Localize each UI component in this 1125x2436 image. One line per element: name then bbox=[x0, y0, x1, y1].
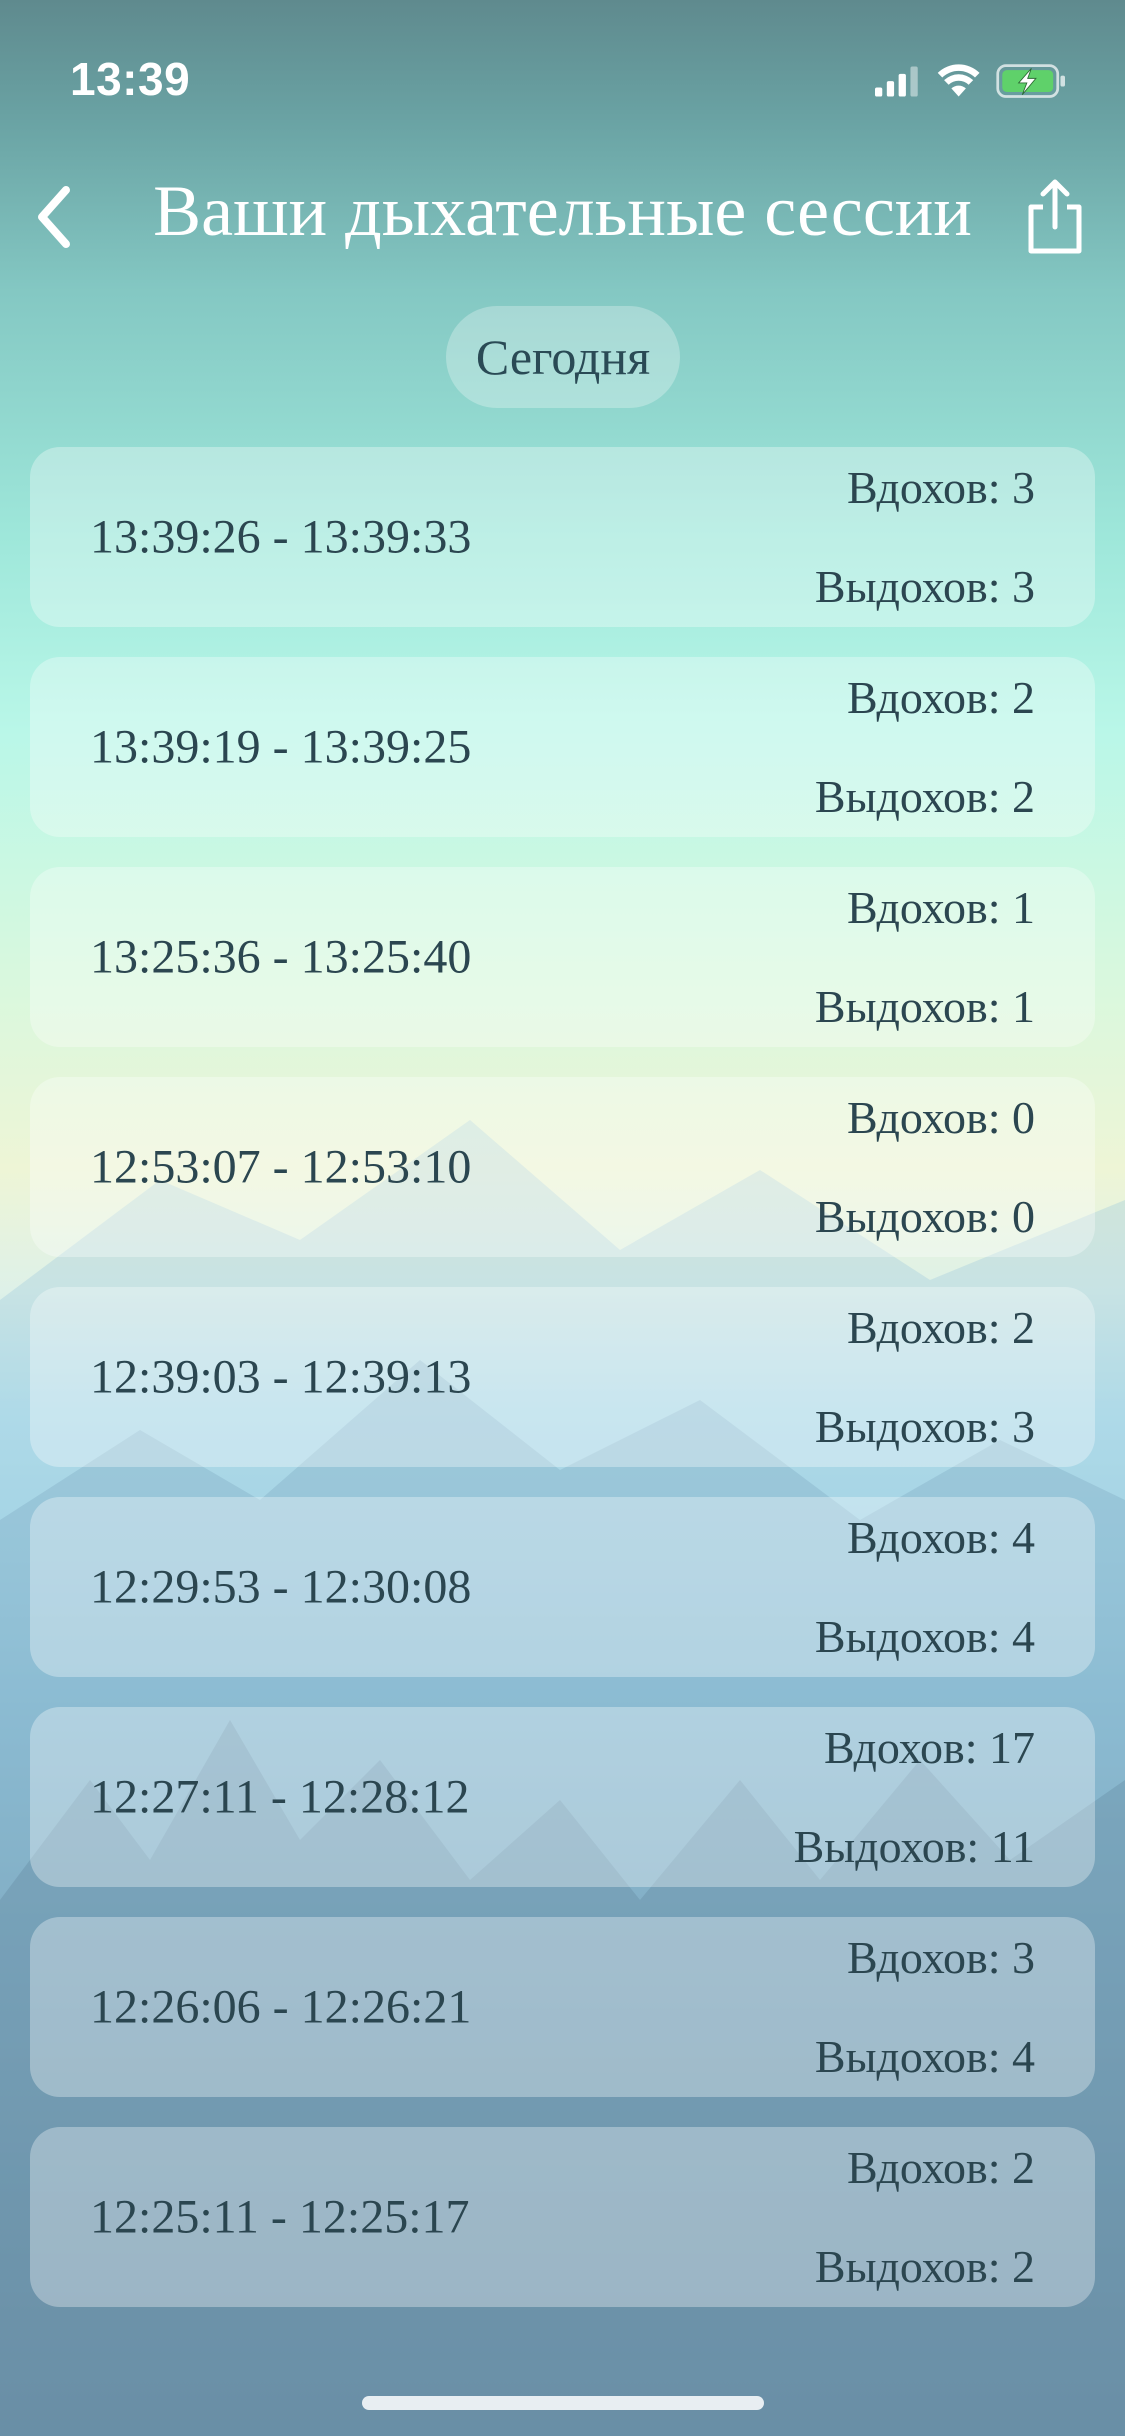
back-button[interactable] bbox=[20, 182, 90, 252]
session-time-range: 12:25:11 - 12:25:17 bbox=[90, 2190, 470, 2244]
session-card[interactable]: 12:27:11 - 12:28:12 Вдохов: 17 Выдохов: … bbox=[30, 1707, 1095, 1887]
session-exhales: Выдохов: 11 bbox=[793, 1821, 1035, 1872]
share-icon bbox=[1028, 179, 1082, 254]
navigation-bar: Ваши дыхательные сессии bbox=[0, 160, 1125, 270]
session-time-range: 12:26:06 - 12:26:21 bbox=[90, 1980, 472, 2034]
date-filter-chip[interactable]: Сегодня bbox=[446, 306, 680, 408]
page-title: Ваши дыхательные сессии bbox=[153, 171, 972, 251]
session-time-range: 12:53:07 - 12:53:10 bbox=[90, 1140, 472, 1194]
sessions-list: 13:39:26 - 13:39:33 Вдохов: 3 Выдохов: 3… bbox=[30, 447, 1095, 2337]
session-time-range: 13:39:19 - 13:39:25 bbox=[90, 720, 472, 774]
chevron-left-icon bbox=[38, 186, 70, 248]
session-card[interactable]: 12:39:03 - 12:39:13 Вдохов: 2 Выдохов: 3 bbox=[30, 1287, 1095, 1467]
status-time: 13:39 bbox=[70, 53, 191, 105]
date-filter-label: Сегодня bbox=[475, 329, 651, 385]
home-indicator[interactable] bbox=[362, 2396, 764, 2410]
session-inhales: Вдохов: 1 bbox=[846, 882, 1035, 933]
session-exhales: Выдохов: 2 bbox=[814, 771, 1035, 822]
session-exhales: Выдохов: 4 bbox=[814, 1611, 1035, 1662]
battery-charging-icon bbox=[996, 64, 1065, 98]
session-exhales: Выдохов: 2 bbox=[814, 2241, 1035, 2292]
session-time-range: 13:39:26 - 13:39:33 bbox=[90, 510, 472, 564]
session-inhales: Вдохов: 2 bbox=[846, 2142, 1035, 2193]
session-inhales: Вдохов: 3 bbox=[846, 462, 1035, 513]
share-button[interactable] bbox=[1015, 172, 1095, 262]
session-inhales: Вдохов: 3 bbox=[846, 1932, 1035, 1983]
session-time-range: 12:27:11 - 12:28:12 bbox=[90, 1770, 470, 1824]
cellular-signal-icon bbox=[875, 66, 918, 97]
session-exhales: Выдохов: 4 bbox=[814, 2031, 1035, 2082]
session-card[interactable]: 13:39:19 - 13:39:25 Вдохов: 2 Выдохов: 2 bbox=[30, 657, 1095, 837]
session-time-range: 13:25:36 - 13:25:40 bbox=[90, 930, 472, 984]
session-exhales: Выдохов: 3 bbox=[814, 561, 1035, 612]
session-inhales: Вдохов: 2 bbox=[846, 672, 1035, 723]
session-inhales: Вдохов: 0 bbox=[846, 1092, 1035, 1143]
session-card[interactable]: 13:39:26 - 13:39:33 Вдохов: 3 Выдохов: 3 bbox=[30, 447, 1095, 627]
session-exhales: Выдохов: 3 bbox=[814, 1401, 1035, 1452]
session-inhales: Вдохов: 4 bbox=[846, 1512, 1035, 1563]
session-time-range: 12:29:53 - 12:30:08 bbox=[90, 1560, 472, 1614]
session-card[interactable]: 12:26:06 - 12:26:21 Вдохов: 3 Выдохов: 4 bbox=[30, 1917, 1095, 2097]
session-inhales: Вдохов: 2 bbox=[846, 1302, 1035, 1353]
session-exhales: Выдохов: 1 bbox=[814, 981, 1035, 1032]
session-card[interactable]: 12:29:53 - 12:30:08 Вдохов: 4 Выдохов: 4 bbox=[30, 1497, 1095, 1677]
session-card[interactable]: 12:53:07 - 12:53:10 Вдохов: 0 Выдохов: 0 bbox=[30, 1077, 1095, 1257]
status-icons bbox=[875, 64, 1065, 98]
session-card[interactable]: 13:25:36 - 13:25:40 Вдохов: 1 Выдохов: 1 bbox=[30, 867, 1095, 1047]
session-inhales: Вдохов: 17 bbox=[823, 1722, 1035, 1773]
session-card[interactable]: 12:25:11 - 12:25:17 Вдохов: 2 Выдохов: 2 bbox=[30, 2127, 1095, 2307]
session-exhales: Выдохов: 0 bbox=[814, 1191, 1035, 1242]
status-bar: 13:39 bbox=[0, 0, 1125, 160]
session-time-range: 12:39:03 - 12:39:13 bbox=[90, 1350, 472, 1404]
wifi-icon bbox=[937, 64, 980, 97]
